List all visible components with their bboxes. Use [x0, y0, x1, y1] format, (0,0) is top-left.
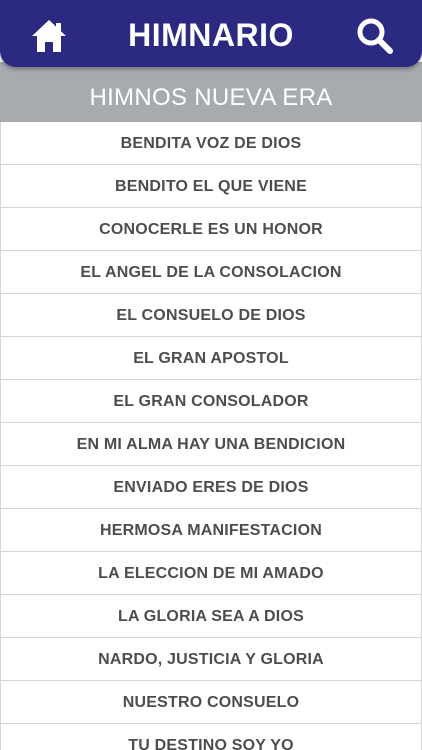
- hymn-list-item[interactable]: EL GRAN APOSTOL: [0, 337, 422, 380]
- hymn-list-item[interactable]: EN MI ALMA HAY UNA BENDICION: [0, 423, 422, 466]
- hymn-list: BENDITA VOZ DE DIOS BENDITO EL QUE VIENE C…: [0, 122, 422, 750]
- hymn-list-item[interactable]: BENDITO EL QUE VIENE: [0, 165, 422, 208]
- hymn-list-item[interactable]: NARDO, JUSTICIA Y GLORIA: [0, 638, 422, 681]
- hymn-list-item[interactable]: LA ELECCION DE MI AMADO: [0, 552, 422, 595]
- hymn-list-item[interactable]: ENVIADO ERES DE DIOS: [0, 466, 422, 509]
- app-screen: HIMNARIO HIMNOS NUEVA ERA BENDITA VOZ DE…: [0, 0, 422, 750]
- hymn-list-item[interactable]: TU DESTINO SOY YO: [0, 724, 422, 750]
- hymn-list-item[interactable]: CONOCERLE ES UN HONOR: [0, 208, 422, 251]
- search-button[interactable]: [356, 17, 394, 55]
- section-title: HIMNOS NUEVA ERA: [89, 84, 333, 111]
- hymn-list-item[interactable]: LA GLORIA SEA A DIOS: [0, 595, 422, 638]
- search-icon: [357, 18, 393, 54]
- hymn-list-item[interactable]: EL CONSUELO DE DIOS: [0, 294, 422, 337]
- hymn-list-item[interactable]: HERMOSA MANIFESTACION: [0, 509, 422, 552]
- section-header: HIMNOS NUEVA ERA: [0, 62, 422, 122]
- hymn-list-item[interactable]: BENDITA VOZ DE DIOS: [0, 122, 422, 165]
- hymn-list-item[interactable]: EL GRAN CONSOLADOR: [0, 380, 422, 423]
- hymn-list-item[interactable]: NUESTRO CONSUELO: [0, 681, 422, 724]
- hymn-list-item[interactable]: EL ANGEL DE LA CONSOLACION: [0, 251, 422, 294]
- top-app-bar: HIMNARIO: [0, 0, 422, 67]
